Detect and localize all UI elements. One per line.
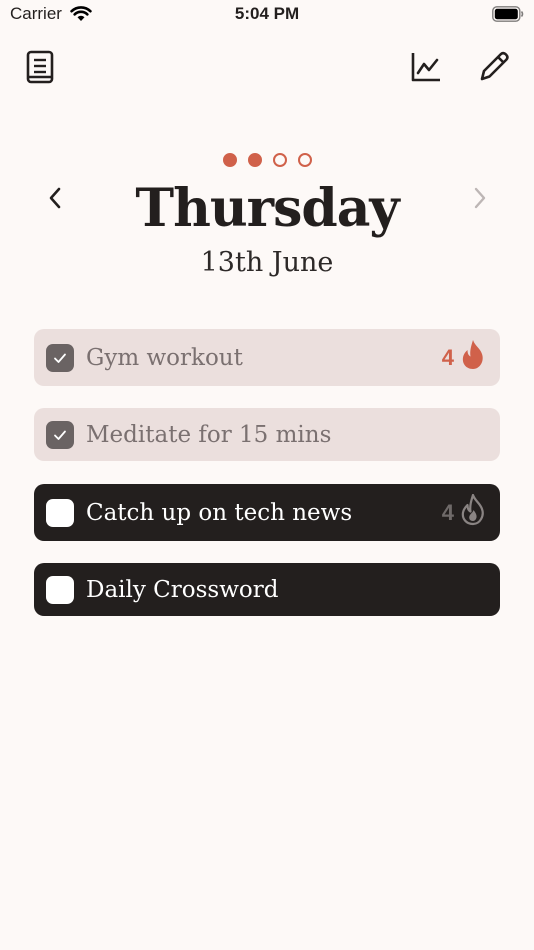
flame-icon [460, 339, 486, 376]
pencil-icon [477, 50, 511, 89]
page-dot-4[interactable] [297, 153, 312, 167]
habit-list: Gym workout 4 Meditate for 15 mins Catch… [34, 329, 500, 638]
journal-button[interactable] [20, 49, 60, 89]
page-dot-3[interactable] [272, 153, 287, 167]
page-dot-2[interactable] [247, 153, 262, 167]
battery-icon [492, 6, 524, 22]
book-icon [26, 50, 54, 89]
habit-row-daily-crossword[interactable]: Daily Crossword [34, 563, 500, 616]
status-time: 5:04 PM [234, 4, 300, 23]
habit-label: Daily Crossword [86, 576, 279, 603]
checkbox-unchecked[interactable] [46, 498, 74, 527]
date-subtitle: 13th June [200, 247, 334, 278]
habit-label: Meditate for 15 mins [86, 421, 332, 448]
checkmark-icon [54, 353, 66, 363]
page-dot-1[interactable] [222, 153, 237, 167]
checkbox-checked[interactable] [46, 343, 74, 372]
edit-button[interactable] [474, 49, 514, 89]
habit-label: Catch up on tech news [86, 499, 353, 526]
streak-badge: 4 [442, 484, 486, 541]
flame-outline-icon [460, 493, 486, 531]
habit-row-gym-workout[interactable]: Gym workout 4 [34, 329, 500, 386]
status-bar: Carrier 5:04 PM [0, 0, 534, 30]
checkbox-checked[interactable] [46, 420, 74, 449]
habit-label: Gym workout [86, 344, 243, 371]
streak-count: 4 [441, 344, 454, 370]
habit-row-meditate[interactable]: Meditate for 15 mins [34, 408, 500, 461]
stats-button[interactable] [406, 49, 446, 89]
streak-count: 4 [441, 499, 454, 525]
page-indicator [0, 153, 534, 167]
checkmark-icon [54, 430, 66, 440]
checkbox-unchecked[interactable] [46, 575, 74, 604]
day-title: Thursday [135, 178, 399, 239]
habit-row-tech-news[interactable]: Catch up on tech news 4 [34, 484, 500, 541]
chart-line-icon [410, 51, 442, 88]
streak-badge: 4 [442, 329, 486, 386]
